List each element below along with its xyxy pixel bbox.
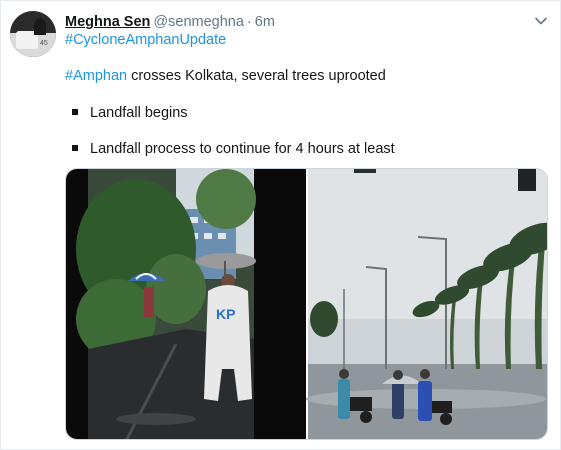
square-bullet-icon <box>72 109 78 116</box>
avatar[interactable]: 45 <box>10 11 56 57</box>
tweet-text-line: #Amphan crosses Kolkata, several trees u… <box>65 68 386 84</box>
list-item-text: Landfall process to continue for 4 hours… <box>90 141 395 157</box>
timestamp[interactable]: 6m <box>255 14 275 30</box>
left-photo[interactable]: KP <box>66 169 306 440</box>
list-item: Landfall process to continue for 4 hours… <box>65 141 395 157</box>
author-name[interactable]: Meghna Sen <box>65 14 150 30</box>
chevron-down-icon[interactable] <box>533 13 549 29</box>
list-item: Landfall begins <box>65 105 188 121</box>
tweet-header: Meghna Sen @senmeghna · 6m <box>65 13 275 31</box>
author-handle[interactable]: @senmeghna <box>153 14 244 30</box>
separator-dot: · <box>246 14 252 30</box>
tweet-text: crosses Kolkata, several trees uprooted <box>127 68 386 84</box>
square-bullet-icon <box>72 145 78 152</box>
tweet-card: 45 Meghna Sen @senmeghna · 6m #CycloneAmpha… <box>0 0 561 450</box>
vest-label: KP <box>216 306 235 322</box>
list-item-text: Landfall begins <box>90 105 188 121</box>
hashtag-link[interactable]: #CycloneAmphanUpdate <box>65 32 226 48</box>
media-gallery[interactable]: KP <box>65 168 548 440</box>
right-photo[interactable] <box>306 169 548 440</box>
svg-text:45: 45 <box>40 40 48 47</box>
amphan-hashtag-link[interactable]: #Amphan <box>65 68 127 84</box>
